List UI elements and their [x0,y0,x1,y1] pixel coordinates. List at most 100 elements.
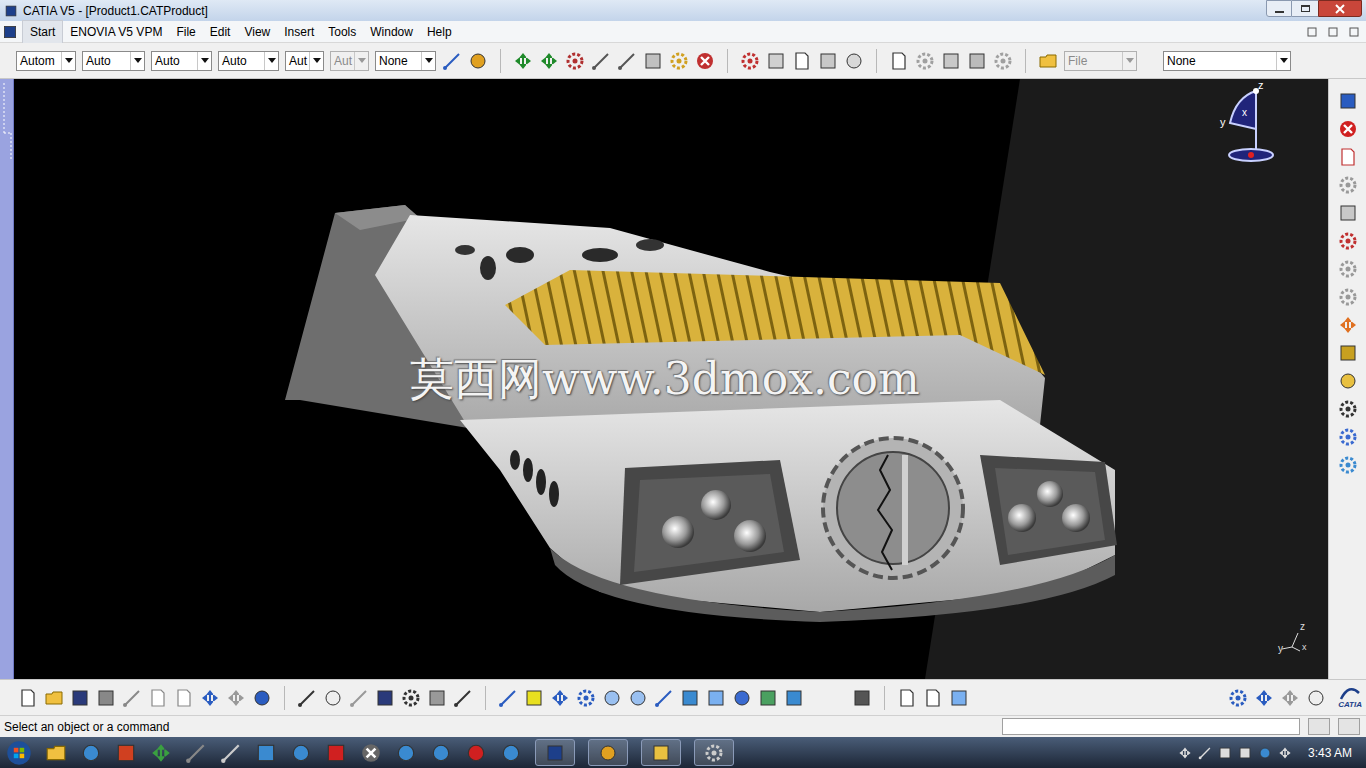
normal-view-icon[interactable] [654,688,674,708]
new-icon[interactable] [18,688,38,708]
multi-view-icon[interactable] [680,688,700,708]
menu-item[interactable]: Insert [277,21,321,43]
minimize-button[interactable] [1266,0,1292,17]
search-icon[interactable] [1306,688,1326,708]
menu-item[interactable]: ENOVIA V5 VPM [63,21,169,43]
rotate-view-icon[interactable] [576,688,596,708]
cut-icon[interactable] [122,688,142,708]
taskbar-button[interactable] [641,739,681,766]
taskbar-button[interactable] [535,739,575,766]
table-icon[interactable] [375,688,395,708]
property-dropdown[interactable]: File [1064,51,1137,71]
product-icon[interactable] [967,51,987,71]
tray-arrow-icon[interactable] [1178,746,1192,760]
mdi-close-button[interactable] [1345,24,1363,40]
chat-icon[interactable] [290,742,312,764]
command-input[interactable] [1002,718,1300,735]
menu-item[interactable]: Start [22,20,63,44]
zoom-in-icon[interactable] [602,688,622,708]
part-tree-icon[interactable] [923,688,943,708]
menu-item[interactable]: Window [363,21,420,43]
existing-icon[interactable] [993,51,1013,71]
dropdown-arrow-icon[interactable] [1276,52,1290,70]
knowledge-icon[interactable] [349,688,369,708]
property-dropdown[interactable]: None [1163,51,1291,71]
analysis-icon[interactable] [1338,427,1358,447]
close-button[interactable] [1318,0,1362,17]
start-orb-icon[interactable] [6,740,32,766]
dropdown-arrow-icon[interactable] [1122,52,1136,70]
reorder-icon[interactable] [792,51,812,71]
bluetooth-icon[interactable] [1258,746,1272,760]
graph-icon[interactable] [401,688,421,708]
update-icon[interactable] [844,51,864,71]
battery-icon[interactable] [1218,746,1232,760]
measure-icon[interactable] [669,51,689,71]
property-dropdown[interactable]: Aut [330,51,369,71]
c-app-2-icon[interactable] [430,742,452,764]
hide-icon[interactable] [758,688,778,708]
tree-scrollbar[interactable] [0,79,14,679]
taskbar-button[interactable] [694,739,734,766]
menu-item[interactable]: File [169,21,202,43]
help-icon[interactable] [252,688,272,708]
camera-icon[interactable] [1338,399,1358,419]
document-icon[interactable] [2,24,18,40]
command-list-button[interactable] [1308,718,1330,735]
paste-icon[interactable] [174,688,194,708]
menu-item[interactable]: Edit [203,21,238,43]
shading-icon[interactable] [732,688,752,708]
explode-icon[interactable] [818,51,838,71]
dropdown-arrow-icon[interactable] [354,52,368,70]
maximize-button[interactable] [1292,0,1318,17]
save-icon[interactable] [70,688,90,708]
fit-all-icon[interactable] [524,688,544,708]
explorer-icon[interactable] [45,742,67,764]
catalog-icon[interactable] [889,51,909,71]
clock[interactable]: 3:43 AM [1308,744,1352,762]
property-dropdown[interactable]: Auto [218,51,279,71]
move-icon[interactable] [513,51,533,71]
assembly-icon[interactable] [1338,175,1358,195]
clash-icon[interactable] [695,51,715,71]
shield-icon[interactable] [255,742,277,764]
tree-icon[interactable] [1338,203,1358,223]
property-dropdown[interactable]: Aut [285,51,324,71]
property-dropdown[interactable]: Auto [151,51,212,71]
exit-icon[interactable] [1338,119,1358,139]
select-icon[interactable] [1338,315,1358,335]
print-icon[interactable] [96,688,116,708]
lock-icon[interactable] [427,688,447,708]
align-icon[interactable] [617,51,637,71]
catia-app-icon[interactable] [4,4,18,18]
acrobat-icon[interactable] [325,742,347,764]
catia-task-icon[interactable] [545,743,565,763]
fix-icon[interactable] [766,51,786,71]
undo-icon[interactable] [200,688,220,708]
capsule-icon[interactable] [1338,371,1358,391]
pan-icon[interactable] [550,688,570,708]
erase-icon[interactable] [949,688,969,708]
chrome-icon[interactable] [598,743,618,763]
capture-icon[interactable] [852,688,872,708]
c-app-3-icon[interactable] [500,742,522,764]
dropdown-arrow-icon[interactable] [309,52,323,70]
command-cancel-button[interactable] [1338,718,1360,735]
tool-icon[interactable] [220,742,242,764]
media-icon[interactable] [465,742,487,764]
component-icon[interactable] [915,51,935,71]
material-icon[interactable] [1338,287,1358,307]
dropdown-arrow-icon[interactable] [264,52,278,70]
catia-logo[interactable]: CATIA [1338,687,1362,709]
menu-item[interactable]: Help [420,21,459,43]
fly-icon[interactable] [498,688,518,708]
copy-icon[interactable] [148,688,168,708]
sketch-icon[interactable] [1338,231,1358,251]
simulation-icon[interactable] [1338,455,1358,475]
mdi-minimize-button[interactable] [1303,24,1321,40]
rotate-icon[interactable] [539,51,559,71]
volume-icon[interactable] [1278,746,1292,760]
taskbar-button[interactable] [588,739,628,766]
last-icon[interactable] [1280,688,1300,708]
open-folder-icon[interactable] [1038,51,1058,71]
